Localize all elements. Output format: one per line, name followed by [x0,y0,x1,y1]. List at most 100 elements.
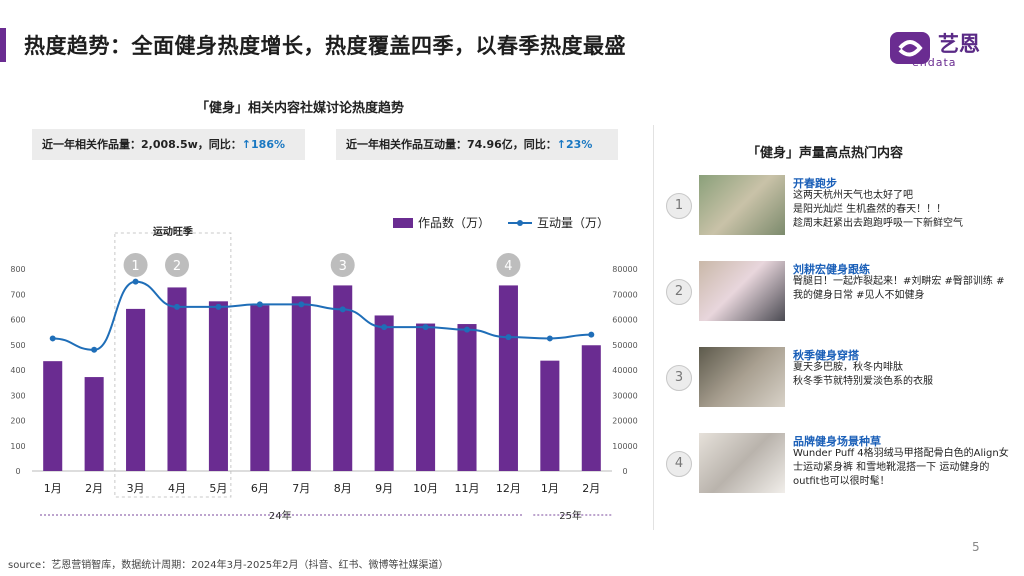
bar-works [84,377,104,471]
x-tick-label: 3月 [127,482,145,495]
legend-line-label: 互动量（万） [537,216,609,230]
x-tick-label: 2月 [85,482,103,495]
y-right-tick-label: 40000 [612,366,637,375]
y-right-tick-label: 30000 [612,391,637,400]
x-tick-label: 1月 [541,482,559,495]
line-point [298,301,305,308]
trend-chart: 运动旺季 0 100 200 300 400 500 600 700 800 0 10000 20000… [10,215,637,522]
y-left-tick-label: 100 [10,442,25,451]
line-point [256,301,263,308]
line-point [546,335,553,342]
y-left-tick-label: 500 [10,341,25,350]
line-point [91,346,98,353]
section-divider [653,125,654,530]
hot-item-4[interactable]: 4 品牌健身场景种草 Wunder Puff 4格羽绒马甲搭配骨白色的Align… [666,433,1016,495]
hot-item-number: 2 [666,279,692,305]
line-point [339,306,346,313]
year-2025-label: 25年 [559,509,582,522]
bar-works [540,360,560,471]
marker-label: 4 [504,259,512,274]
x-tick-label: 9月 [375,482,393,495]
marker-label: 2 [173,259,181,274]
stat-interaction-value: ↑23% [556,138,593,151]
hot-content-title: 「健身」声量高点热门内容 [747,146,904,161]
line-point [381,324,388,331]
bar-works [250,305,270,471]
hot-item-3[interactable]: 3 秋季健身穿搭 夏天多巴胺，秋冬内啡肽 秋冬季节就特别爱淡色系的衣服 [666,347,1016,409]
line-point [132,278,139,285]
chart-title: 「健身」相关内容社媒讨论热度趋势 [196,101,405,116]
x-tick-label: 8月 [334,482,352,495]
y-right-tick-label: 60000 [612,316,637,325]
line-point [588,331,595,338]
source-note: source：艺恩营销智库，数据统计周期：2024年3月-2025年2月（抖音、… [8,560,449,571]
x-tick-label: 10月 [413,482,438,495]
y-right-tick-label: 10000 [612,442,637,451]
y-left-tick-label: 300 [10,391,25,400]
x-tick-label: 6月 [251,482,269,495]
x-tick-label: 1月 [44,482,62,495]
line-point [464,326,470,333]
hot-item-image [699,261,785,321]
x-tick-label: 7月 [292,482,310,495]
hot-item-number: 3 [666,365,692,391]
y-right-tick-label: 80000 [612,265,637,274]
line-point [422,324,429,331]
stat-box-interaction: 近一年相关作品互动量：74.96亿，同比：↑23% [336,129,618,160]
bar-works [374,315,394,471]
hot-item-desc: 臀腿日！一起炸裂起来！#刘畊宏 #臀部训练 #我的健身日常 #见人不如健身 [793,276,1005,301]
hot-item-desc: 这两天杭州天气也太好了吧 是阳光灿烂 生机盎然的春天！！！ 趁周末赶紧出去跑跑呼… [793,190,963,229]
hot-item-image [699,433,785,493]
legend-bar-label: 作品数（万） [418,215,490,230]
line-point [174,303,180,310]
x-tick-label: 4月 [168,482,186,495]
bar-works [457,324,477,471]
bar-works [581,345,601,471]
line-point [49,335,56,342]
hot-item-number: 4 [666,451,692,477]
y-left-tick-label: 800 [10,265,25,274]
hot-item-1[interactable]: 1 开春跑步 这两天杭州天气也太好了吧 是阳光灿烂 生机盎然的春天！！！ 趁周末… [666,175,1016,237]
bar-works [43,361,63,471]
line-point [215,303,222,310]
hot-item-number: 1 [666,193,692,219]
stat-works-value: ↑186% [241,138,285,151]
stat-box-works: 近一年相关作品量：2,008.5w，同比：↑186% [32,129,305,160]
y-left-tick-label: 200 [10,417,25,426]
season-label: 运动旺季 [153,225,194,238]
hot-item-2[interactable]: 2 刘耕宏健身跟练 臀腿日！一起炸裂起来！#刘畊宏 #臀部训练 #我的健身日常 … [666,261,1016,323]
bar-works [416,323,436,471]
hot-item-desc: Wunder Puff 4格羽绒马甲搭配骨白色的Align女士运动紧身裤 和雪地… [793,448,1009,487]
bar-works [167,287,187,471]
y-right-tick-label: 70000 [612,290,637,299]
legend-bar-swatch [393,218,413,228]
x-tick-label: 11月 [455,482,480,495]
y-left-tick-label: 700 [10,290,25,299]
stat-works-label: 近一年相关作品量：2,008.5w，同比： [42,138,242,151]
y-right-tick-label: 20000 [612,417,637,426]
logo-subtext: endata [912,56,957,69]
title-accent-bar [0,28,6,62]
marker-label: 1 [131,259,139,274]
y-right-tick-label: 0 [622,467,627,476]
stat-interaction-label: 近一年相关作品互动量：74.96亿，同比： [346,138,557,151]
page-number: 5 [972,540,980,554]
hot-item-image [699,175,785,235]
hot-item-image [699,347,785,407]
year-2024-label: 24年 [269,509,292,522]
logo-text: 艺恩 [938,32,980,56]
x-tick-label: 12月 [496,482,521,495]
y-left-tick-label: 600 [10,316,25,325]
line-point [505,334,512,341]
page-title: 热度趋势：全面健身热度增长，热度覆盖四季，以春季热度最盛 [24,34,626,58]
bar-works [126,308,146,471]
y-left-tick-label: 0 [15,467,20,476]
bar-works [498,285,518,471]
x-tick-label: 2月 [582,482,600,495]
y-right-tick-label: 50000 [612,341,637,350]
bar-works [333,285,353,471]
y-left-tick-label: 400 [10,366,25,375]
hot-item-desc: 夏天多巴胺，秋冬内啡肽 秋冬季节就特别爱淡色系的衣服 [793,362,933,387]
marker-label: 3 [339,259,347,274]
legend-line-marker [517,220,523,226]
